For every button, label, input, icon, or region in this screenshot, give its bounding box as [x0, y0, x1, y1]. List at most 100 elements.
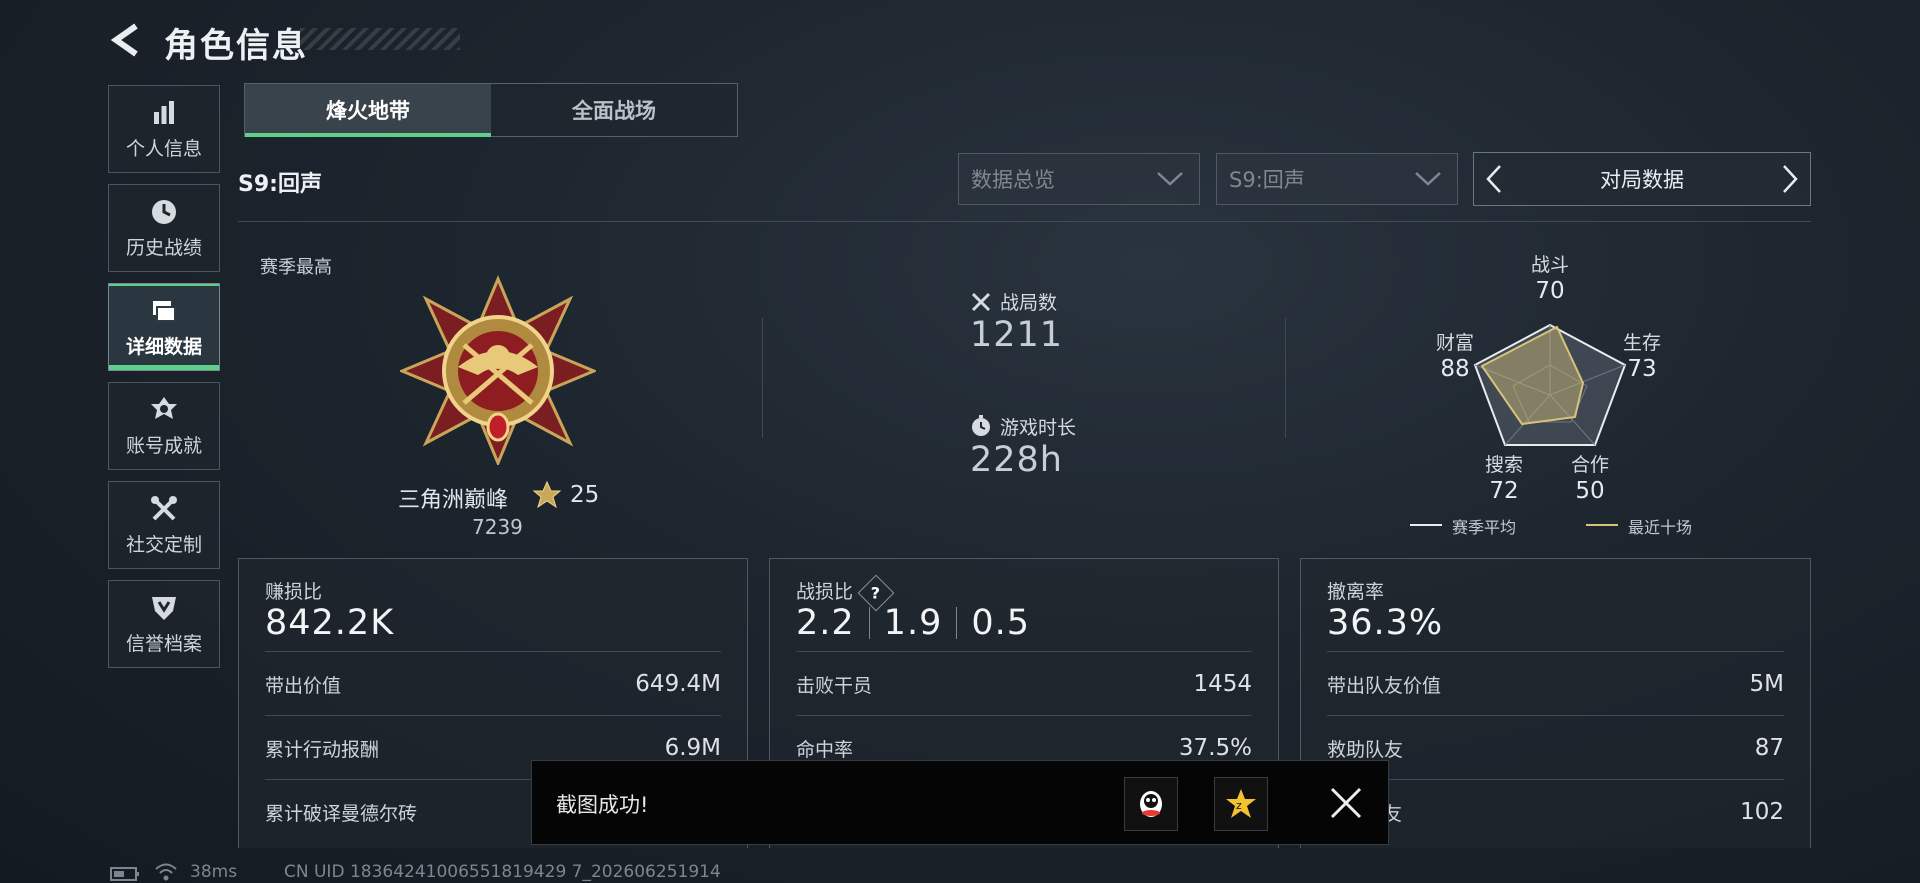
share-qzone-button[interactable]: z	[1214, 777, 1268, 831]
sidebar-item-label: 详细数据	[125, 335, 202, 358]
rank-name: 三角洲巅峰	[398, 488, 509, 513]
kd-label: 战损比	[796, 581, 854, 603]
stat-row-value: 5M	[1749, 671, 1784, 697]
rank-stars: 25	[570, 482, 600, 508]
sidebar-item-label: 历史战绩	[125, 236, 202, 259]
profit-value: 842.2K	[265, 603, 395, 643]
radar-axis-label: 合作	[1570, 454, 1609, 476]
stat-row-label: 救助队友	[1327, 738, 1404, 761]
stat-row-label: 带出队友价值	[1327, 674, 1442, 697]
stat-row-value: 87	[1754, 735, 1784, 761]
legend-swatch-recent-ten	[1586, 524, 1618, 526]
ping-value: 38ms	[190, 862, 238, 882]
playtime-label: 游戏时长	[1000, 417, 1077, 439]
stat-row: 救助队友 87	[1327, 715, 1784, 780]
kd-value: 1.9	[883, 603, 943, 643]
sidebar-item-history[interactable]: 历史战绩	[108, 184, 220, 272]
kd-label-wrap: 战损比?	[796, 574, 895, 611]
radar-axis-value: 50	[1575, 478, 1605, 504]
stat-row-label: 带出价值	[265, 674, 342, 697]
kd-values: 2.2 1.9 0.5	[796, 603, 1030, 643]
folder-icon	[153, 300, 176, 322]
radar-axis-label: 财富	[1435, 332, 1474, 354]
divider	[238, 221, 1811, 222]
chevron-down-icon	[1157, 172, 1183, 186]
extract-label: 撤离率	[1327, 581, 1385, 603]
chevron-right-icon[interactable]	[1780, 163, 1800, 195]
stat-row-value: 649.4M	[635, 671, 721, 697]
stat-row-value: 37.5%	[1178, 735, 1252, 761]
screenshot-toast: 截图成功! z	[531, 760, 1389, 845]
mode-tabs: 烽火地带 全面战场	[244, 83, 738, 137]
sidebar-item-personal-info[interactable]: 个人信息	[108, 85, 220, 173]
crossed-swords-icon	[971, 292, 991, 312]
divider	[956, 607, 958, 639]
shield-icon	[152, 596, 176, 620]
sidebar-item-achievements[interactable]: 账号成就	[108, 382, 220, 470]
close-icon[interactable]	[1328, 785, 1364, 821]
legend-swatch-season-avg	[1410, 524, 1442, 526]
bar-chart-icon	[154, 100, 174, 124]
svg-text:z: z	[1236, 799, 1242, 812]
radar-axis-label: 生存	[1622, 332, 1661, 354]
sidebar-item-label: 账号成就	[125, 434, 202, 457]
toast-message: 截图成功!	[556, 793, 649, 817]
extract-value: 36.3%	[1327, 603, 1444, 643]
sidebar-item-label: 个人信息	[125, 137, 202, 160]
page-title: 角色信息	[164, 26, 308, 66]
matches-value: 1211	[970, 315, 1064, 355]
matches-label: 战局数	[1000, 292, 1058, 314]
chevron-left-icon[interactable]	[1484, 163, 1504, 195]
stat-row-label: 击败干员	[796, 674, 873, 697]
data-pager: 对局数据	[1473, 152, 1811, 206]
tab-full-battlefield[interactable]: 全面战场	[491, 84, 737, 136]
radar-axis-label: 搜索	[1484, 454, 1523, 476]
title-decoration	[300, 28, 460, 50]
wifi-icon	[155, 863, 177, 881]
sidebar-item-detailed-data[interactable]: 详细数据	[108, 283, 220, 371]
clock-icon	[152, 199, 176, 224]
season-best-label: 赛季最高	[260, 257, 332, 278]
profit-label: 赚损比	[265, 581, 323, 603]
stat-row-label: 命中率	[796, 738, 854, 761]
stat-row: 友 102	[1327, 779, 1784, 844]
medal-icon	[151, 396, 177, 419]
chevron-down-icon	[1415, 172, 1441, 186]
rank-score: 7239	[472, 515, 523, 539]
stopwatch-icon	[972, 415, 990, 436]
kd-value: 0.5	[971, 603, 1031, 643]
tools-icon	[151, 495, 177, 520]
stat-row: 带出价值 649.4M	[265, 651, 721, 716]
stat-row-value: 1454	[1193, 671, 1252, 697]
rank-medal-emblem	[400, 275, 596, 465]
sidebar-item-label: 社交定制	[125, 533, 202, 556]
sidebar-item-label: 信誉档案	[125, 632, 202, 655]
stat-row: 带出队友价值 5M	[1327, 651, 1784, 716]
view-select-dropdown[interactable]: 数据总览	[958, 153, 1200, 205]
back-arrow-icon[interactable]	[108, 22, 144, 58]
stat-row: 击败干员 1454	[796, 651, 1252, 716]
radar-axis-label: 战斗	[1530, 254, 1569, 276]
kd-value: 2.2	[796, 603, 855, 643]
star-icon	[532, 480, 562, 509]
stat-row-label: 累计行动报酬	[265, 738, 380, 761]
season-select-dropdown[interactable]: S9:回声	[1216, 153, 1458, 205]
playtime-value: 228h	[970, 440, 1063, 480]
divider	[762, 318, 763, 438]
radar-axis-value: 72	[1489, 478, 1519, 504]
radar-axis-value: 88	[1440, 356, 1470, 382]
season-select-value: S9:回声	[1229, 168, 1305, 192]
pager-label: 对局数据	[1600, 168, 1684, 192]
sidebar-item-social[interactable]: 社交定制	[108, 481, 220, 569]
battery-icon	[110, 867, 139, 881]
stat-row-label: 累计破译曼德尔砖	[265, 802, 418, 825]
view-select-value: 数据总览	[971, 168, 1055, 192]
qzone-star-icon: z	[1226, 789, 1256, 818]
radar-axis-value: 73	[1627, 356, 1657, 382]
penguin-icon	[1140, 791, 1162, 817]
legend-season-avg: 赛季平均	[1452, 518, 1517, 537]
tab-hazard-zone[interactable]: 烽火地带	[245, 84, 491, 137]
sidebar-item-reputation[interactable]: 信誉档案	[108, 580, 220, 668]
radar-axis-value: 70	[1535, 278, 1565, 304]
share-qq-button[interactable]	[1124, 777, 1178, 831]
